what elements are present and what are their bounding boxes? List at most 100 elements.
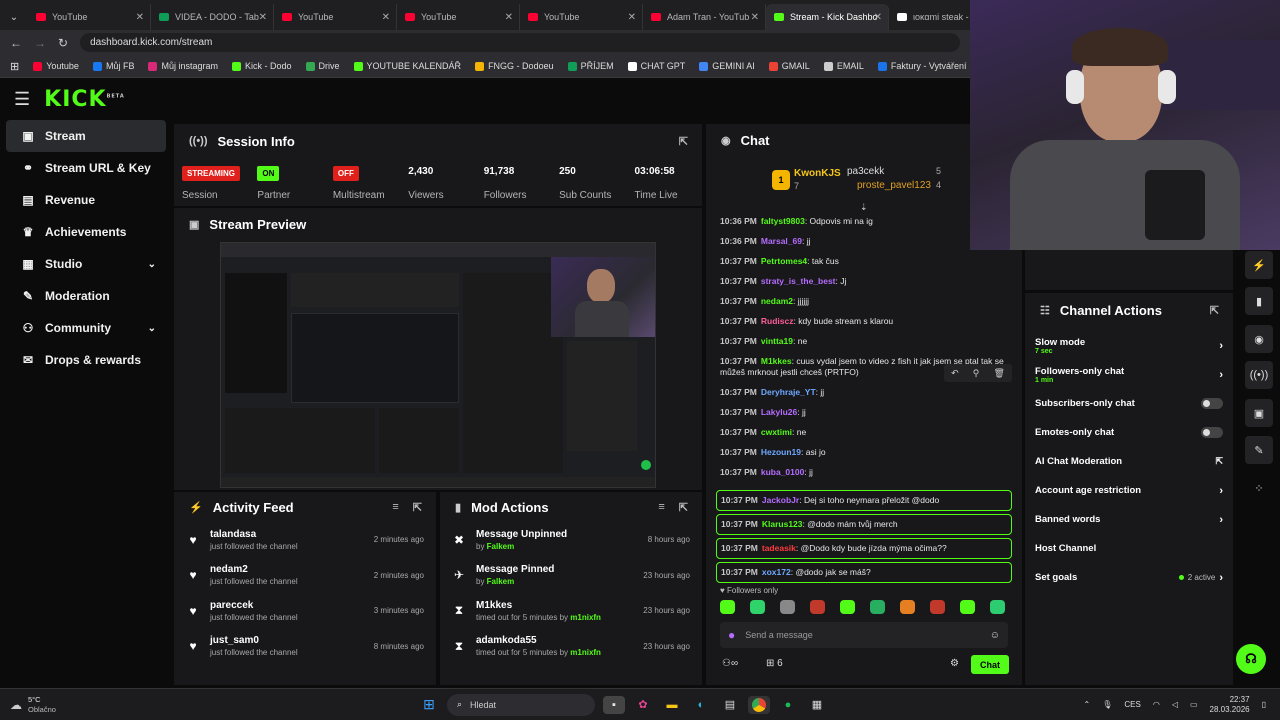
close-tab-icon[interactable]: ✕: [751, 12, 759, 23]
forward-icon[interactable]: →: [34, 36, 46, 50]
quick-clipboard-icon[interactable]: ▮: [1245, 287, 1273, 315]
sidebar-item-stream[interactable]: ▣ Stream: [6, 120, 166, 152]
calculator-icon[interactable]: ▦: [806, 696, 828, 714]
chat-message[interactable]: 10:37 PM vintta19: ne: [706, 332, 1022, 352]
chevron-right-icon[interactable]: ›: [1219, 572, 1223, 584]
sidebar-item-community[interactable]: ⚇ Community ⌄: [6, 312, 166, 344]
quick-broadcast-icon[interactable]: ((•)): [1245, 361, 1273, 389]
filter-icon[interactable]: ≡: [658, 501, 664, 514]
weather-widget[interactable]: ☁ 5°C Oblačno: [10, 695, 56, 715]
bookmark-item[interactable]: FNGG - Dodoeu: [475, 61, 554, 71]
popout-icon[interactable]: ⇱: [679, 135, 688, 148]
mod-action-row[interactable]: ✖ Message Unpinned by Falkem 8 hours ago: [440, 522, 702, 558]
toggle-switch[interactable]: [1201, 398, 1223, 409]
mic-icon[interactable]: ●: [728, 628, 735, 642]
browser-tab[interactable]: Adam Tran - YouTub ✕: [643, 4, 766, 30]
chat-username[interactable]: Petrtomes4: [761, 256, 807, 266]
emote-icon[interactable]: [930, 600, 945, 614]
chat-username[interactable]: vintta19: [761, 336, 793, 346]
terminal-icon[interactable]: ▤: [719, 696, 741, 714]
apps-icon[interactable]: ⊞: [10, 60, 19, 73]
emote-icon[interactable]: [750, 600, 765, 614]
support-headset-icon[interactable]: ☊: [1236, 644, 1266, 674]
chat-username[interactable]: Rudiscz: [761, 316, 794, 326]
chat-username[interactable]: straty_is_the_best: [761, 276, 836, 286]
channel-action-banned-words[interactable]: Banned words ›: [1025, 505, 1233, 534]
channel-action-ai-chat-moderation[interactable]: AI Chat Moderation ⇱: [1025, 447, 1233, 476]
popout-icon[interactable]: ⇱: [679, 501, 688, 514]
file-explorer-icon[interactable]: ▬: [661, 696, 683, 714]
tray-mic-icon[interactable]: 🎙: [1102, 700, 1112, 709]
chat-username[interactable]: nedam2: [761, 296, 793, 306]
sidebar-item-achievements[interactable]: ♛ Achievements: [6, 216, 166, 248]
browser-tab[interactable]: YouTube ✕: [28, 4, 151, 30]
chevron-right-icon[interactable]: ›: [1219, 485, 1223, 497]
gift-leaderboard[interactable]: 1 KwonKJS 7 pa3cekk 5 proste_pavel123 4: [770, 166, 960, 198]
infinity-icon[interactable]: ⚇∞: [722, 658, 738, 669]
language-indicator[interactable]: CES: [1124, 700, 1140, 709]
emote-icon[interactable]: [870, 600, 885, 614]
bookmark-item[interactable]: Youtube: [33, 61, 79, 71]
notification-icon[interactable]: ▯: [1262, 700, 1266, 709]
mod-action-row[interactable]: ⧗ adamkoda55 timed out for 5 minutes by m1…: [440, 629, 702, 665]
chevron-down-icon[interactable]: ⌄: [148, 259, 156, 270]
channel-action-slow-mode[interactable]: Slow mode 7 sec ›: [1025, 331, 1233, 360]
reply-icon[interactable]: ↶: [951, 368, 959, 379]
chrome-icon[interactable]: [747, 695, 770, 714]
bookmark-item[interactable]: GEMINI AI: [699, 61, 755, 71]
close-tab-icon[interactable]: ✕: [505, 12, 513, 23]
taskbar-search[interactable]: ⌕ Hledat: [446, 693, 595, 716]
pin-icon[interactable]: ⚲: [973, 368, 980, 379]
edge-icon[interactable]: ◐: [690, 696, 712, 714]
chat-message[interactable]: 10:37 PM Rudiscz: kdy bude stream s klaro…: [706, 312, 1022, 332]
emote-icon[interactable]: [810, 600, 825, 614]
quick-more-icon[interactable]: ⁘: [1245, 474, 1273, 502]
bookmark-item[interactable]: GMAIL: [768, 61, 810, 71]
bookmark-item[interactable]: CHAT GPT: [627, 61, 685, 71]
chevron-right-icon[interactable]: ›: [1219, 369, 1223, 381]
quick-wrench-icon[interactable]: ✎: [1245, 436, 1273, 464]
sidebar-item-revenue[interactable]: ▤ Revenue: [6, 184, 166, 216]
quick-chat-icon[interactable]: ◉: [1245, 325, 1273, 353]
chat-message[interactable]: 10:37 PM xox172: @dodo jak se máš?: [716, 562, 1012, 583]
channel-action-host-channel[interactable]: Host Channel: [1025, 534, 1233, 563]
bookmark-item[interactable]: PŘÍJEM: [567, 61, 614, 71]
bookmark-item[interactable]: EMAIL: [823, 61, 864, 71]
emote-icon[interactable]: [780, 600, 795, 614]
emote-icon[interactable]: [960, 600, 975, 614]
chat-message[interactable]: 10:37 PM JackobJr: Dej si toho neymara př…: [716, 490, 1012, 511]
activity-row[interactable]: ♥ just_sam0 just followed the channel 8 min…: [174, 629, 436, 665]
activity-row[interactable]: ♥ pareccek just followed the channel 3 minu…: [174, 593, 436, 629]
popout-icon[interactable]: ⇱: [1210, 304, 1219, 317]
quick-preview-icon[interactable]: ▣: [1245, 399, 1273, 427]
chat-username[interactable]: Lakylu26: [761, 407, 797, 417]
bookmark-item[interactable]: Můj instagram: [148, 61, 218, 71]
spotify-icon[interactable]: ●: [777, 696, 799, 714]
back-icon[interactable]: ←: [10, 36, 22, 50]
channel-action-account-age-restriction[interactable]: Account age restriction ›: [1025, 476, 1233, 505]
chat-message[interactable]: 10:37 PM straty_is_the_best: Jj: [706, 272, 1022, 292]
menu-icon[interactable]: ☰: [14, 89, 30, 110]
sidebar-item-studio[interactable]: ▦ Studio ⌄: [6, 248, 166, 280]
chevron-right-icon[interactable]: ›: [1219, 514, 1223, 526]
chat-input[interactable]: ● Send a message ☺: [720, 622, 1008, 648]
tab-search-icon[interactable]: ⌄: [0, 4, 28, 30]
volume-icon[interactable]: ◁: [1172, 700, 1178, 709]
chat-username[interactable]: kuba_0100: [761, 467, 804, 477]
channel-action-set-goals[interactable]: Set goals 2 active ›: [1025, 563, 1233, 592]
sidebar-item-moderation[interactable]: ✎ Moderation: [6, 280, 166, 312]
delete-icon[interactable]: 🗑: [993, 368, 1004, 379]
browser-tab[interactable]: VIDEA - DODO - Tab ✕: [151, 4, 274, 30]
chat-message[interactable]: 10:37 PM Petrtomes4: tak čus: [706, 252, 1022, 272]
toggle-switch[interactable]: [1201, 427, 1223, 438]
chat-username[interactable]: xox172: [762, 567, 791, 577]
browser-tab[interactable]: YouTube ✕: [520, 4, 643, 30]
chat-username[interactable]: JackobJr: [762, 495, 799, 505]
wifi-icon[interactable]: ◠: [1153, 700, 1160, 709]
battery-icon[interactable]: ▭: [1190, 700, 1198, 709]
emote-icon[interactable]: [990, 600, 1005, 614]
chat-message[interactable]: 10:37 PM cwxtimi: ne: [706, 423, 1022, 443]
browser-tab[interactable]: Stream - Kick Dashbo ✕: [766, 4, 889, 30]
chat-message[interactable]: 10:37 PM kuba_0100: jj: [706, 463, 1022, 483]
emote-icon[interactable]: [840, 600, 855, 614]
